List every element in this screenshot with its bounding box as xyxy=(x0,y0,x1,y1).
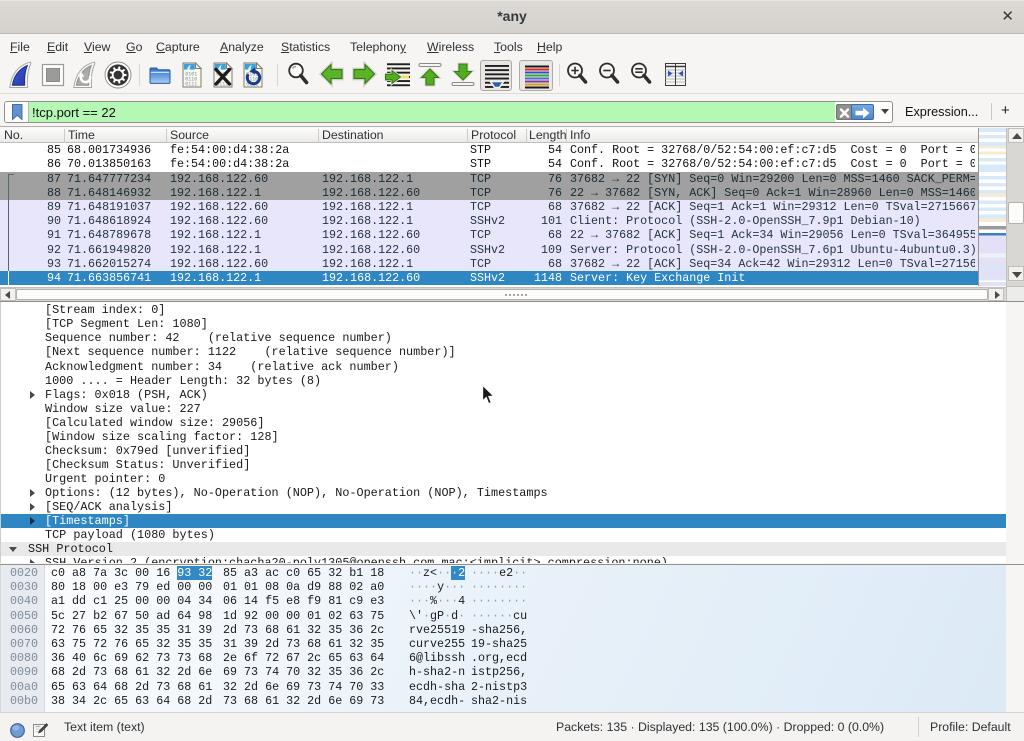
svg-text:0111: 0111 xyxy=(185,82,197,88)
